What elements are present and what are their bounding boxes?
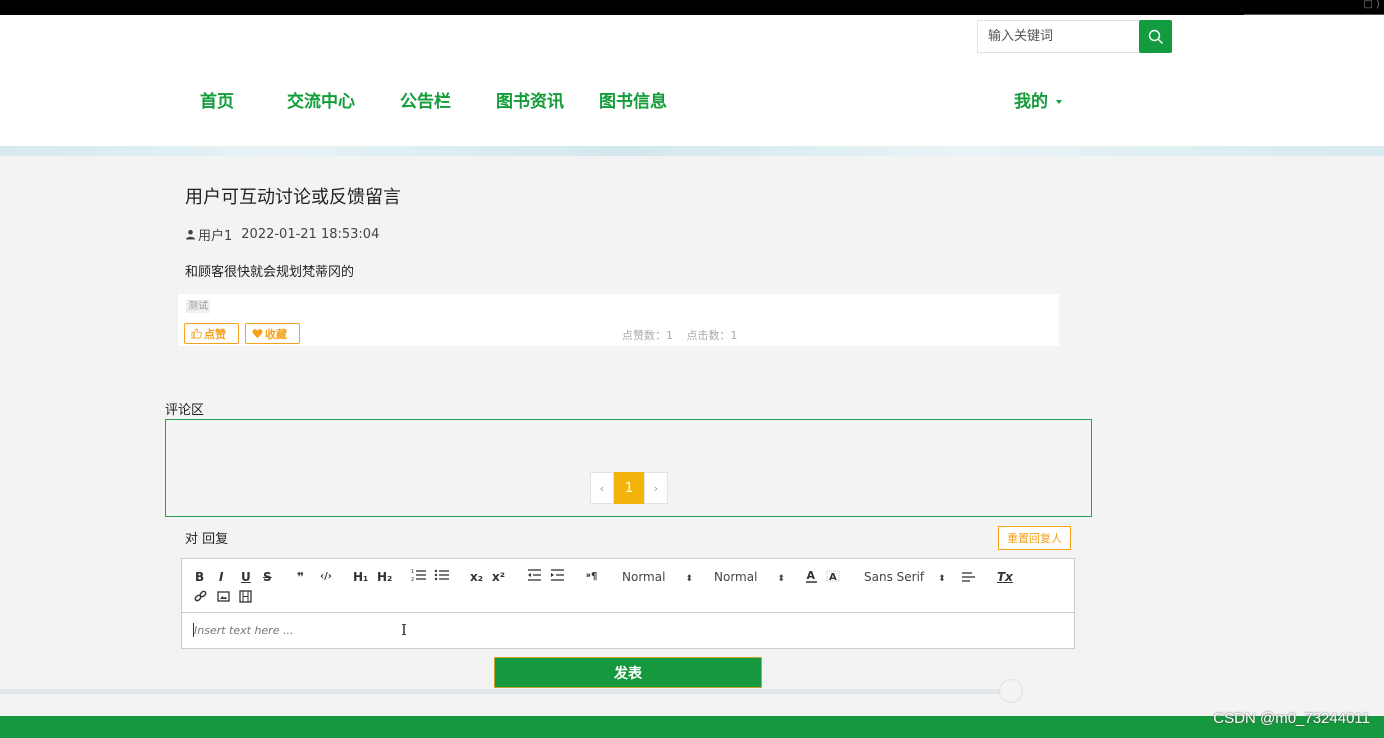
user-icon <box>186 229 195 240</box>
strike-button[interactable]: S <box>263 570 272 584</box>
decorative-line <box>0 689 1010 694</box>
comment-list: ‹ 1 › <box>165 419 1092 517</box>
font-select[interactable]: Sans Serif ⬍ <box>864 570 946 586</box>
nav-item-home[interactable]: 首页 <box>200 87 234 117</box>
nav-item-notice[interactable]: 公告栏 <box>400 87 451 117</box>
text-direction-button[interactable]: ⁍¶ <box>586 570 597 584</box>
bold-button[interactable]: B <box>195 570 204 584</box>
italic-button[interactable]: I <box>219 570 223 584</box>
nav-item-book-news[interactable]: 图书资讯 <box>496 87 564 117</box>
reset-reply-button[interactable]: 重置回复人 <box>998 526 1071 550</box>
site-header: 首页 交流中心 公告栏 图书资讯 图书信息 我的 <box>0 15 1384 148</box>
outdent-button[interactable] <box>527 568 542 585</box>
pager-prev-button[interactable]: ‹ <box>590 472 614 504</box>
favorite-label: 收藏 <box>265 327 287 341</box>
thumbs-up-icon <box>191 328 202 339</box>
bullet-list-button[interactable] <box>434 568 450 585</box>
nav-item-mine[interactable]: 我的 <box>1014 87 1062 117</box>
decorative-circle <box>999 679 1023 703</box>
post-actions-card: 测试 点赞 收藏 点赞数：1 点击数：1 <box>178 294 1059 346</box>
bullet-list-icon <box>434 569 449 581</box>
reply-target-label: 对 回复 <box>185 532 229 547</box>
select-arrows-icon: ⬍ <box>777 574 785 584</box>
blockquote-button[interactable]: ❞ <box>297 570 304 584</box>
post-meta: 用户1 2022-01-21 18:53:04 <box>185 225 379 244</box>
font-select-value: Sans Serif <box>864 570 925 584</box>
post-author[interactable]: 用户1 <box>198 225 232 244</box>
like-count: 点赞数：1 <box>622 329 673 342</box>
post-stats: 点赞数：1 点击数：1 <box>622 327 748 343</box>
search-input[interactable] <box>977 20 1139 53</box>
highlight-icon: A <box>826 570 840 583</box>
header-select[interactable]: Normal ⬍ <box>714 570 785 586</box>
nav-item-forum[interactable]: 交流中心 <box>287 87 355 117</box>
post-content: 和顾客很快就会规划梵蒂冈的 <box>185 265 355 280</box>
superscript-button[interactable]: x² <box>492 570 505 584</box>
reply-textarea[interactable]: Insert text here ... <box>182 614 1074 648</box>
select-arrows-icon: ⬍ <box>938 574 946 584</box>
header-select-value: Normal <box>714 570 758 584</box>
subscript-button[interactable]: x₂ <box>470 570 483 584</box>
click-count: 点击数：1 <box>686 329 738 342</box>
main-content: 用户可互动讨论或反馈留言 用户1 2022-01-21 18:53:04 和顾客… <box>0 156 1384 716</box>
window-titlebar: □ ⟩ <box>0 0 1384 15</box>
like-label: 点赞 <box>204 327 226 341</box>
site-footer <box>0 716 1384 738</box>
header-wave-decoration <box>0 146 1384 156</box>
heart-icon <box>252 329 263 339</box>
watermark: CSDN @m0_73244011 <box>1213 710 1370 727</box>
h1-button[interactable]: H₁ <box>353 570 368 584</box>
text-color-button[interactable]: A <box>805 569 818 586</box>
image-icon <box>217 591 230 602</box>
mouse-ibeam-cursor: I <box>401 621 407 639</box>
pager-next-button[interactable]: › <box>644 472 668 504</box>
h2-button[interactable]: H₂ <box>377 570 392 584</box>
select-arrows-icon: ⬍ <box>685 574 693 584</box>
code-block-button[interactable]: ‹/› <box>320 570 332 584</box>
post-tag: 测试 <box>186 300 210 313</box>
pagination: ‹ 1 › <box>590 472 668 504</box>
pager-page-1[interactable]: 1 <box>614 472 644 504</box>
nav-item-book-info[interactable]: 图书信息 <box>599 87 667 117</box>
svg-text:2: 2 <box>411 577 414 582</box>
search-button[interactable] <box>1139 20 1172 53</box>
like-button[interactable]: 点赞 <box>184 323 239 344</box>
video-button[interactable] <box>239 590 252 606</box>
image-button[interactable] <box>217 590 230 606</box>
align-button[interactable] <box>961 570 976 587</box>
submit-reply-button[interactable]: 发表 <box>494 657 762 688</box>
search-icon <box>1148 29 1163 44</box>
favorite-button[interactable]: 收藏 <box>245 323 300 344</box>
svg-text:A: A <box>807 569 816 582</box>
post-title: 用户可互动讨论或反馈留言 <box>185 187 401 208</box>
underline-button[interactable]: U <box>241 570 251 584</box>
text-color-icon: A <box>806 569 817 583</box>
nav-mine-label: 我的 <box>1014 92 1048 112</box>
indent-icon <box>551 569 564 581</box>
link-button[interactable] <box>194 590 207 606</box>
link-icon <box>194 590 207 602</box>
size-select-value: Normal <box>622 570 666 584</box>
window-controls[interactable]: □ ⟩ <box>1363 0 1380 10</box>
align-icon <box>962 572 975 582</box>
clear-format-button[interactable]: Tx <box>997 570 1013 584</box>
ordered-list-button[interactable]: 12 <box>411 568 427 585</box>
rich-text-editor: B I U S ❞ ‹/› H₁ H₂ 12 x₂ x² ⁍¶ Normal⬍ <box>181 558 1075 649</box>
video-icon <box>239 590 252 603</box>
svg-text:1: 1 <box>411 569 414 575</box>
indent-button[interactable] <box>550 568 565 585</box>
post-date: 2022-01-21 18:53:04 <box>241 227 380 242</box>
caret-down-icon <box>1056 100 1062 104</box>
ordered-list-icon: 12 <box>411 569 426 583</box>
svg-text:A: A <box>829 572 837 583</box>
size-select[interactable]: Normal ⬍ <box>622 570 693 586</box>
comment-section-label: 评论区 <box>165 403 205 418</box>
reply-placeholder: Insert text here ... <box>194 624 294 637</box>
editor-toolbar: B I U S ❞ ‹/› H₁ H₂ 12 x₂ x² ⁍¶ Normal⬍ <box>182 559 1074 613</box>
search-bar <box>977 20 1172 53</box>
background-color-button[interactable]: A <box>826 569 840 586</box>
outdent-icon <box>528 569 541 581</box>
